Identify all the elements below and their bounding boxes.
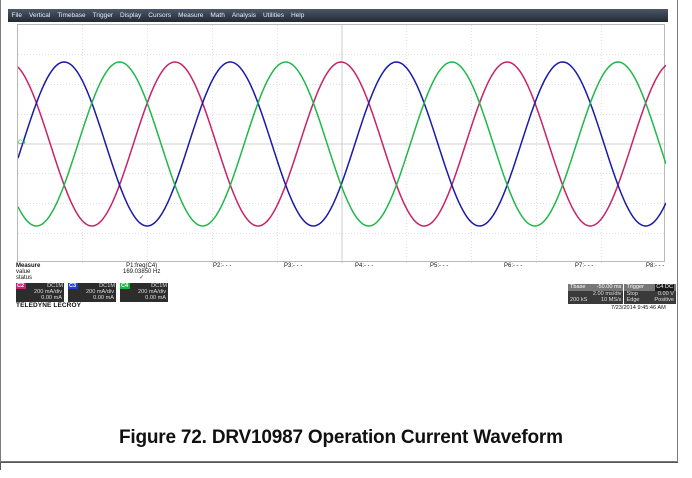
channel-c4-coupling: DC1M: [151, 283, 167, 289]
menu-analysis[interactable]: Analysis: [228, 12, 259, 19]
channel-c2-tag: C2: [16, 283, 26, 289]
capture-timestamp: 7/23/2014 9:45:46 AM: [611, 305, 666, 311]
channel-c4-tag: C4: [120, 283, 130, 289]
menu-cursors[interactable]: Cursors: [145, 12, 175, 19]
channel-c4-descriptor[interactable]: C4 DC1M 200 mA/div 0.00 mA: [120, 283, 168, 303]
channel-c2-descriptor[interactable]: C2 DC1M 200 mA/div 0.00 mA: [16, 283, 64, 303]
param-p5[interactable]: P5:- - -: [430, 263, 448, 269]
param-p2[interactable]: P2:- - -: [213, 263, 231, 269]
trigger-slope: Positive: [654, 297, 674, 303]
channel-c4-header: C4 DC1M: [120, 283, 168, 289]
graticule: [18, 25, 666, 263]
menu-vertical[interactable]: Vertical: [25, 12, 53, 19]
page-divider-tick: [0, 462, 1, 470]
figure-caption: Figure 72. DRV10987 Operation Current Wa…: [119, 427, 563, 448]
channel-c3-coupling: DC1M: [99, 283, 115, 289]
readout-panel: Measure value status P1:freq(C4) 169.038…: [8, 262, 676, 311]
timebase-trigger-panel[interactable]: Tbase -50.00 ms Trigger C4 DC 2.00 ms/di…: [568, 284, 676, 304]
menu-timebase[interactable]: Timebase: [54, 12, 89, 19]
measurement-params: P1:freq(C4) 169.03850 Hz ✓ P2:- - - P3:-…: [8, 263, 668, 281]
param-p1[interactable]: P1:freq(C4) 169.03850 Hz ✓: [123, 263, 160, 281]
waveform-display[interactable]: C4: [17, 24, 666, 263]
channel-c2-offset: 0.00 mA: [41, 295, 62, 301]
channel-c2-body: 200 mA/div 0.00 mA: [16, 289, 64, 302]
menu-help[interactable]: Help: [287, 12, 307, 19]
channel-c3-tag: C3: [68, 283, 78, 289]
sample-info: 200 kS 10 MS/s: [568, 297, 624, 304]
channel-c3-descriptor[interactable]: C3 DC1M 200 mA/div 0.00 mA: [68, 283, 116, 303]
menu-file[interactable]: File: [8, 12, 25, 19]
param-p7[interactable]: P7:- - -: [575, 263, 593, 269]
menu-measure[interactable]: Measure: [175, 12, 207, 19]
channel-c2-header: C2 DC1M: [16, 283, 64, 289]
param-p4[interactable]: P4:- - -: [355, 263, 373, 269]
param-p8[interactable]: P8:- - -: [646, 263, 664, 269]
c4-ground-marker: C4: [18, 140, 26, 146]
param-p3[interactable]: P3:- - -: [284, 263, 302, 269]
brand-logo-text: TELEDYNE LECROY: [16, 302, 82, 309]
channel-c3-header: C3 DC1M: [68, 283, 116, 289]
channel-c2-coupling: DC1M: [47, 283, 63, 289]
channel-c3-body: 200 mA/div 0.00 mA: [68, 289, 116, 302]
waveform-canvas: C4: [18, 25, 666, 263]
channel-c3-offset: 0.00 mA: [93, 295, 114, 301]
param-p6[interactable]: P6:- - -: [504, 263, 522, 269]
channel-c4-body: 200 mA/div 0.00 mA: [120, 289, 168, 302]
sample-rate: 10 MS/s: [600, 297, 622, 303]
channel-c4-offset: 0.00 mA: [145, 295, 166, 301]
param-p1-status-check: ✓: [139, 275, 145, 281]
sample-count: 200 kS: [570, 297, 588, 303]
menu-utilities[interactable]: Utilities: [260, 12, 288, 19]
page-divider: [0, 462, 678, 463]
menu-display[interactable]: Display: [116, 12, 144, 19]
trigger-type-label: Edge: [626, 297, 640, 303]
menu-math[interactable]: Math: [207, 12, 228, 19]
timebase-row-3: 200 kS 10 MS/s Edge Positive: [568, 297, 676, 304]
scope-menu-bar: File Vertical Timebase Trigger Display C…: [8, 9, 668, 22]
menu-trigger[interactable]: Trigger: [89, 12, 116, 19]
trigger-type: Edge Positive: [624, 297, 676, 304]
